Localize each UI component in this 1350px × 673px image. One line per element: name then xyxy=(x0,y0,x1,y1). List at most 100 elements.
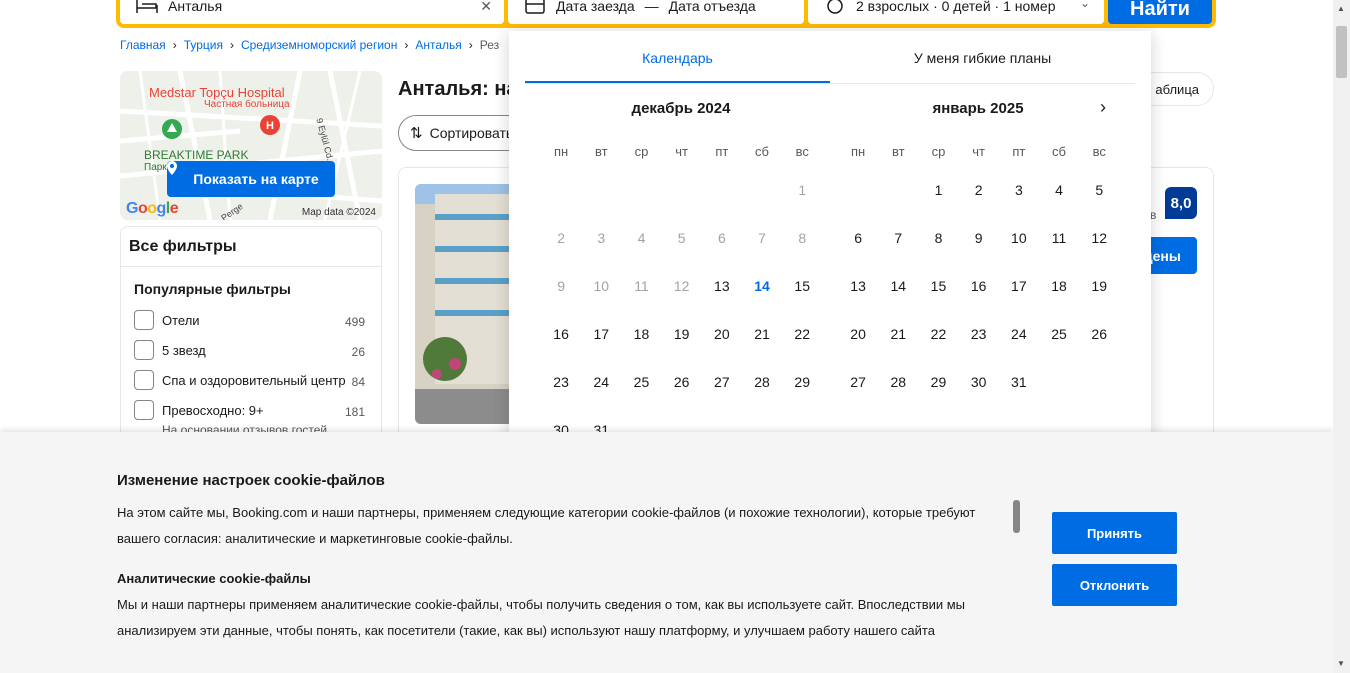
calendar-day[interactable]: 22 xyxy=(782,325,822,373)
filter-option[interactable]: Отели 499 xyxy=(121,305,381,335)
calendar-day[interactable]: 17 xyxy=(999,277,1039,325)
calendar-day: 7 xyxy=(758,230,766,246)
calendar-day: 12 xyxy=(673,278,690,294)
breadcrumb-item[interactable]: Турция xyxy=(184,38,223,52)
calendar-day[interactable]: 16 xyxy=(959,277,999,325)
scroll-down-icon[interactable]: ▼ xyxy=(1337,659,1345,668)
calendar-day[interactable]: 19 xyxy=(1079,277,1119,325)
calendar-day[interactable]: 15 xyxy=(782,277,822,325)
calendar-day[interactable]: 7 xyxy=(878,229,918,277)
calendar-day[interactable]: 31 xyxy=(999,373,1039,421)
results-title: Анталья: на xyxy=(398,78,518,100)
calendar-day[interactable]: 12 xyxy=(1079,229,1119,277)
calendar-day[interactable]: 18 xyxy=(1039,277,1079,325)
chevron-right-icon[interactable]: › xyxy=(1100,97,1106,118)
calendar-day[interactable]: 29 xyxy=(782,373,822,421)
calendar-day[interactable]: 26 xyxy=(1079,325,1119,373)
calendar-day[interactable]: 25 xyxy=(1039,325,1079,373)
calendar-day[interactable]: 20 xyxy=(702,325,742,373)
empty-day-cell xyxy=(838,181,878,229)
accept-button[interactable]: Принять xyxy=(1052,512,1177,554)
calendar-day[interactable]: 6 xyxy=(838,229,878,277)
filter-option[interactable]: Спа и оздоровительный центр 84 xyxy=(121,365,381,395)
destination-field[interactable]: Анталья ✕ xyxy=(120,0,504,24)
calendar-day[interactable]: 24 xyxy=(999,325,1039,373)
calendar-day[interactable]: 3 xyxy=(999,181,1039,229)
filter-checkbox[interactable] xyxy=(134,400,154,420)
cookie-scrollbar[interactable] xyxy=(1013,500,1020,533)
weekday-label: пн xyxy=(850,144,866,159)
chevron-right-icon: › xyxy=(468,38,473,52)
calendar-day[interactable]: 13 xyxy=(838,277,878,325)
month-grid: пн вт ср чт пт сб вс 1 2 3 4 5 6 7 8 9 10 11 12 13 14 15 16 17 1… xyxy=(541,143,822,469)
calendar-day[interactable]: 17 xyxy=(581,325,621,373)
calendar-day[interactable]: 14 xyxy=(742,277,782,325)
breadcrumb-item[interactable]: Анталья xyxy=(415,38,461,52)
filter-checkbox[interactable] xyxy=(134,310,154,330)
calendar-day[interactable]: 27 xyxy=(838,373,878,421)
calendar-day[interactable]: 27 xyxy=(702,373,742,421)
breadcrumb-item: Рез xyxy=(479,38,500,52)
calendar-day[interactable]: 8 xyxy=(918,229,958,277)
map-park-label: BREAKTIME PARK xyxy=(144,148,249,162)
calendar-day[interactable]: 2 xyxy=(959,181,999,229)
calendar-day[interactable]: 1 xyxy=(918,181,958,229)
calendar-day[interactable]: 28 xyxy=(742,373,782,421)
guests-field[interactable]: 2 взрослых · 0 детей · 1 номер ⌄ xyxy=(808,0,1104,24)
calendar-day[interactable]: 21 xyxy=(878,325,918,373)
calendar-day[interactable]: 29 xyxy=(918,373,958,421)
scroll-up-icon[interactable]: ▲ xyxy=(1337,4,1345,13)
cookie-analytics-body: Мы и наши партнеры применяем аналитическ… xyxy=(117,597,966,638)
calendar-day[interactable]: 4 xyxy=(1039,181,1079,229)
calendar-day[interactable]: 28 xyxy=(878,373,918,421)
filter-option[interactable]: Превосходно: 9+ 181 xyxy=(121,395,381,425)
calendar-day[interactable]: 18 xyxy=(621,325,661,373)
page-scrollbar[interactable]: ▲ ▼ xyxy=(1333,0,1350,673)
show-on-map-button[interactable]: Показать на карте xyxy=(167,161,335,197)
calendar-day[interactable]: 30 xyxy=(959,373,999,421)
calendar-day[interactable]: 24 xyxy=(581,373,621,421)
calendar-day[interactable]: 22 xyxy=(918,325,958,373)
cookie-body: На этом сайте мы, Booking.com и наши пар… xyxy=(117,505,976,546)
empty-day-cell xyxy=(581,181,621,229)
calendar-day[interactable]: 11 xyxy=(1039,229,1079,277)
svg-text:H: H xyxy=(266,120,274,132)
calendar-day: 5 xyxy=(677,230,686,246)
calendar-day[interactable]: 25 xyxy=(621,373,661,421)
weekday-label: вт xyxy=(594,144,608,159)
calendar-day[interactable]: 20 xyxy=(838,325,878,373)
calendar-day[interactable]: 13 xyxy=(702,277,742,325)
breadcrumb-item[interactable]: Главная xyxy=(120,38,166,52)
tab-calendar[interactable]: Календарь xyxy=(525,43,830,83)
empty-day-cell xyxy=(878,181,918,229)
filter-option[interactable]: 5 звезд 26 xyxy=(121,335,381,365)
reject-button[interactable]: Отклонить xyxy=(1052,564,1177,606)
map-preview[interactable]: H Medstar Topçu Hospital Частная больниц… xyxy=(120,71,382,220)
calendar-day[interactable]: 15 xyxy=(918,277,958,325)
weekday-label: пн xyxy=(553,144,569,159)
destination-value: Анталья xyxy=(168,0,223,14)
scrollbar-thumb[interactable] xyxy=(1336,26,1347,78)
weekday-label: ср xyxy=(634,144,649,159)
map-attribution: Map data ©2024 xyxy=(301,207,376,218)
breadcrumb-item[interactable]: Средиземноморский регион xyxy=(241,38,397,52)
tab-flexible[interactable]: У меня гибкие планы xyxy=(830,43,1135,83)
calendar-day[interactable]: 23 xyxy=(959,325,999,373)
search-button[interactable]: Найти xyxy=(1108,0,1212,24)
month-title: январь 2025 xyxy=(932,100,1024,117)
map-hospital-sub: Частная больница xyxy=(204,99,290,110)
filter-checkbox[interactable] xyxy=(134,340,154,360)
calendar-day[interactable]: 9 xyxy=(959,229,999,277)
calendar-day[interactable]: 14 xyxy=(878,277,918,325)
dates-field[interactable]: Дата заезда — Дата отъезда xyxy=(508,0,804,24)
calendar-day[interactable]: 26 xyxy=(662,373,702,421)
calendar-day[interactable]: 19 xyxy=(662,325,702,373)
calendar-day[interactable]: 5 xyxy=(1079,181,1119,229)
clear-icon[interactable]: ✕ xyxy=(480,0,492,15)
guests-value: 2 взрослых · 0 детей · 1 номер xyxy=(856,0,1056,14)
calendar-day[interactable]: 16 xyxy=(541,325,581,373)
calendar-day[interactable]: 21 xyxy=(742,325,782,373)
calendar-day[interactable]: 10 xyxy=(999,229,1039,277)
calendar-day[interactable]: 23 xyxy=(541,373,581,421)
filter-checkbox[interactable] xyxy=(134,370,154,390)
